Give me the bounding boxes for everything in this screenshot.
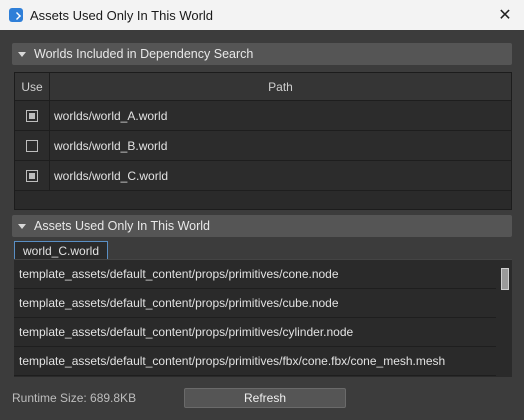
table-row[interactable]: worlds/world_A.world bbox=[15, 101, 511, 131]
path-cell: worlds/world_C.world bbox=[54, 168, 169, 183]
assets-section-header[interactable]: Assets Used Only In This World bbox=[12, 215, 512, 237]
app-icon bbox=[9, 8, 23, 22]
list-item[interactable]: template_assets/default_content/props/pr… bbox=[14, 347, 496, 376]
path-cell: worlds/world_A.world bbox=[54, 108, 168, 123]
use-cell bbox=[15, 131, 50, 160]
column-header-use[interactable]: Use bbox=[15, 73, 50, 100]
table-row[interactable]: worlds/world_C.world bbox=[15, 161, 511, 191]
title-bar: Assets Used Only In This World ✕ bbox=[0, 0, 524, 30]
worlds-table: Use Path worlds/world_A.world worlds/worl… bbox=[14, 72, 512, 210]
table-header: Use Path bbox=[15, 73, 511, 101]
scrollbar-thumb[interactable] bbox=[501, 268, 509, 290]
list-item[interactable]: template_assets/default_content/props/pr… bbox=[14, 260, 496, 289]
list-item[interactable]: template_assets/default_content/props/pr… bbox=[14, 318, 496, 347]
assets-list: template_assets/default_content/props/pr… bbox=[14, 259, 512, 377]
assets-section-title: Assets Used Only In This World bbox=[34, 219, 210, 233]
path-cell: worlds/world_B.world bbox=[54, 138, 168, 153]
collapse-triangle-icon bbox=[18, 223, 26, 229]
table-row[interactable]: worlds/world_B.world bbox=[15, 131, 511, 161]
use-checkbox[interactable] bbox=[26, 169, 38, 182]
collapse-triangle-icon bbox=[18, 51, 26, 57]
list-item[interactable]: template_assets/default_content/props/pr… bbox=[14, 289, 496, 318]
column-header-path[interactable]: Path bbox=[50, 73, 511, 100]
worlds-section-header[interactable]: Worlds Included in Dependency Search bbox=[12, 43, 512, 65]
use-checkbox[interactable] bbox=[26, 109, 38, 122]
use-cell bbox=[15, 161, 50, 190]
use-cell bbox=[15, 101, 50, 130]
window-title: Assets Used Only In This World bbox=[30, 7, 214, 23]
worlds-section-title: Worlds Included in Dependency Search bbox=[34, 47, 254, 61]
close-icon[interactable]: ✕ bbox=[492, 2, 518, 28]
refresh-button[interactable]: Refresh bbox=[184, 388, 346, 408]
scrollbar[interactable] bbox=[500, 262, 510, 374]
runtime-size-label: Runtime Size: 689.8KB bbox=[12, 391, 137, 405]
tab-world-c[interactable]: world_C.world bbox=[14, 241, 109, 260]
use-checkbox[interactable] bbox=[26, 139, 38, 152]
